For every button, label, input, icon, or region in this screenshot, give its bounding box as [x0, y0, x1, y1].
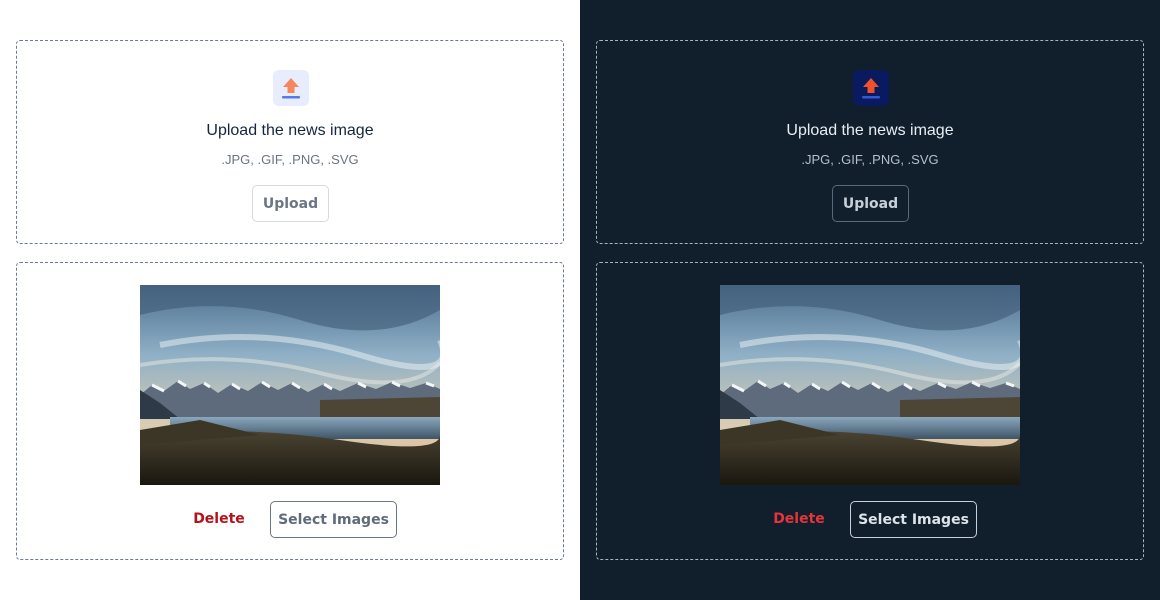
light-theme-panel: Upload the news image .JPG, .GIF, .PNG, …: [0, 0, 580, 600]
upload-dropzone[interactable]: Upload the news image .JPG, .GIF, .PNG, …: [16, 40, 564, 244]
upload-arrow-icon: [273, 70, 309, 106]
select-images-button[interactable]: Select Images: [850, 501, 977, 538]
upload-dropzone[interactable]: Upload the news image .JPG, .GIF, .PNG, …: [596, 40, 1144, 244]
dark-theme-panel: Upload the news image .JPG, .GIF, .PNG, …: [580, 0, 1160, 600]
delete-button[interactable]: Delete: [757, 501, 841, 537]
image-preview-zone: Delete Select Images: [16, 262, 564, 560]
upload-arrow-icon: [853, 70, 889, 106]
accepted-formats: .JPG, .GIF, .PNG, .SVG: [221, 152, 359, 167]
upload-title: Upload the news image: [206, 122, 374, 139]
accepted-formats: .JPG, .GIF, .PNG, .SVG: [801, 152, 939, 167]
upload-button[interactable]: Upload: [832, 185, 909, 222]
upload-title: Upload the news image: [786, 122, 954, 139]
select-images-button[interactable]: Select Images: [270, 501, 397, 538]
upload-button[interactable]: Upload: [252, 185, 329, 222]
preview-image: [720, 285, 1020, 485]
preview-image: [140, 285, 440, 485]
image-preview-zone: Delete Select Images: [596, 262, 1144, 560]
delete-button[interactable]: Delete: [177, 501, 261, 537]
